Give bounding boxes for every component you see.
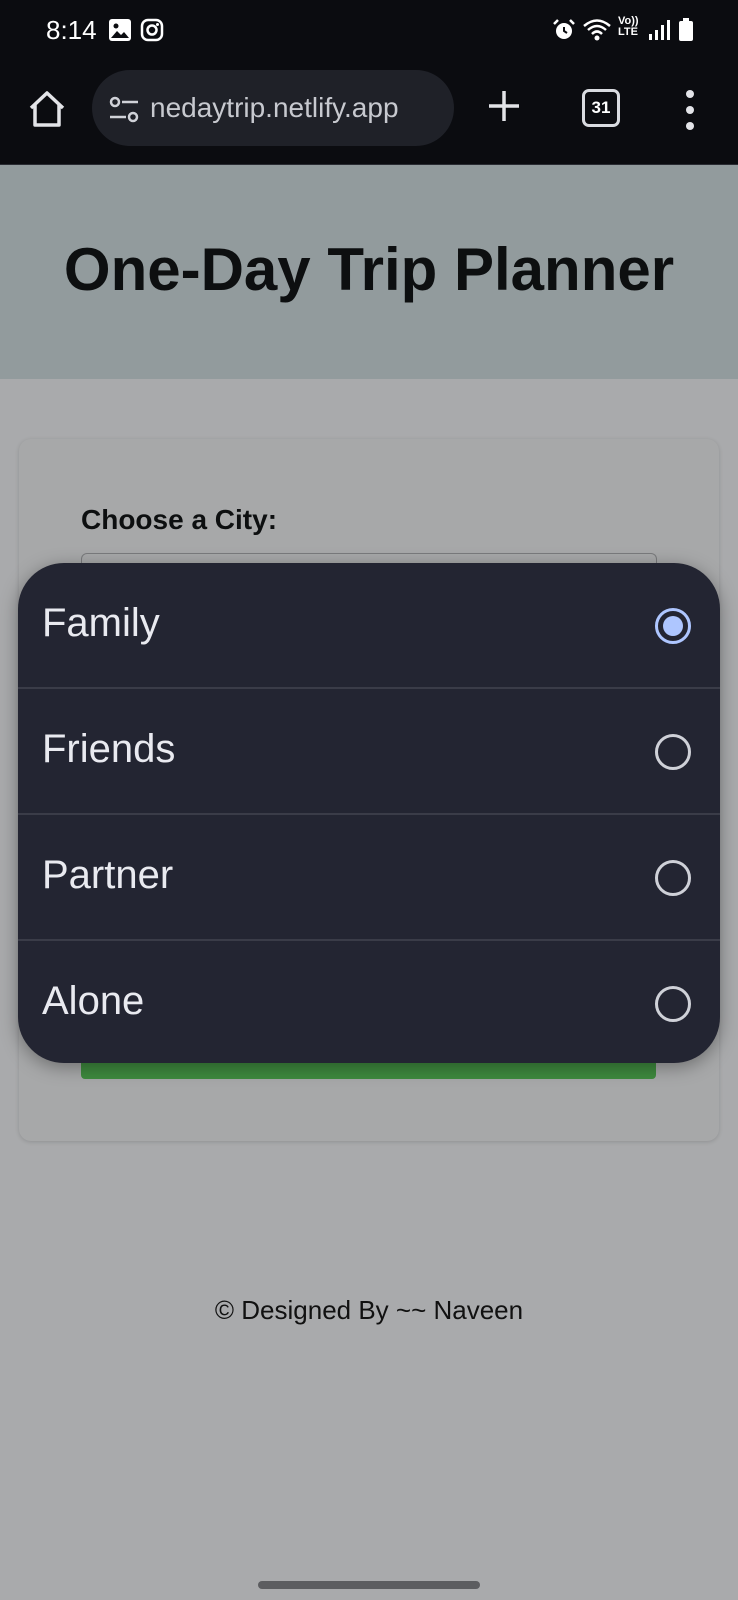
- option-family[interactable]: Family: [18, 563, 720, 687]
- instagram-icon: [140, 18, 164, 47]
- option-label: Partner: [42, 853, 174, 897]
- gallery-icon: [108, 18, 132, 47]
- option-label: Alone: [42, 979, 145, 1023]
- radio-icon[interactable]: [654, 985, 692, 1023]
- battery-icon: [678, 18, 694, 47]
- url-bar[interactable]: nedaytrip.netlify.app: [92, 70, 454, 146]
- status-bar: 8:14 Vo)) LTE: [0, 0, 738, 62]
- status-time: 8:14: [46, 15, 97, 45]
- option-friends[interactable]: Friends: [18, 689, 720, 813]
- option-label: Family: [42, 601, 160, 645]
- new-tab-icon[interactable]: [484, 86, 524, 126]
- option-alone[interactable]: Alone: [18, 941, 720, 1063]
- page-footer: © Designed By ~~ Naveen: [214, 1295, 524, 1325]
- radio-icon[interactable]: [654, 733, 692, 771]
- more-menu-icon[interactable]: [684, 88, 696, 132]
- page-title: One-Day Trip Planner: [63, 236, 675, 303]
- wifi-icon: [582, 18, 612, 47]
- radio-selected-icon[interactable]: [654, 607, 692, 645]
- companion-select-dialog: Family Friends Partner Alone: [18, 563, 720, 1063]
- radio-icon[interactable]: [654, 859, 692, 897]
- option-label: Friends: [42, 727, 176, 771]
- home-icon[interactable]: [24, 86, 70, 132]
- city-label: Choose a City:: [81, 504, 278, 535]
- browser-toolbar: nedaytrip.netlify.app 31: [0, 62, 738, 166]
- volte-icon: Vo)) LTE: [618, 15, 639, 38]
- page-header: One-Day Trip Planner: [0, 165, 738, 379]
- tab-switcher-button[interactable]: 31: [582, 89, 620, 127]
- signal-icon: [648, 18, 670, 47]
- gesture-home-indicator[interactable]: [258, 1581, 480, 1589]
- alarm-icon: [552, 18, 576, 47]
- url-text[interactable]: nedaytrip.netlify.app: [150, 92, 446, 124]
- site-settings-icon[interactable]: [108, 96, 140, 124]
- option-partner[interactable]: Partner: [18, 815, 720, 939]
